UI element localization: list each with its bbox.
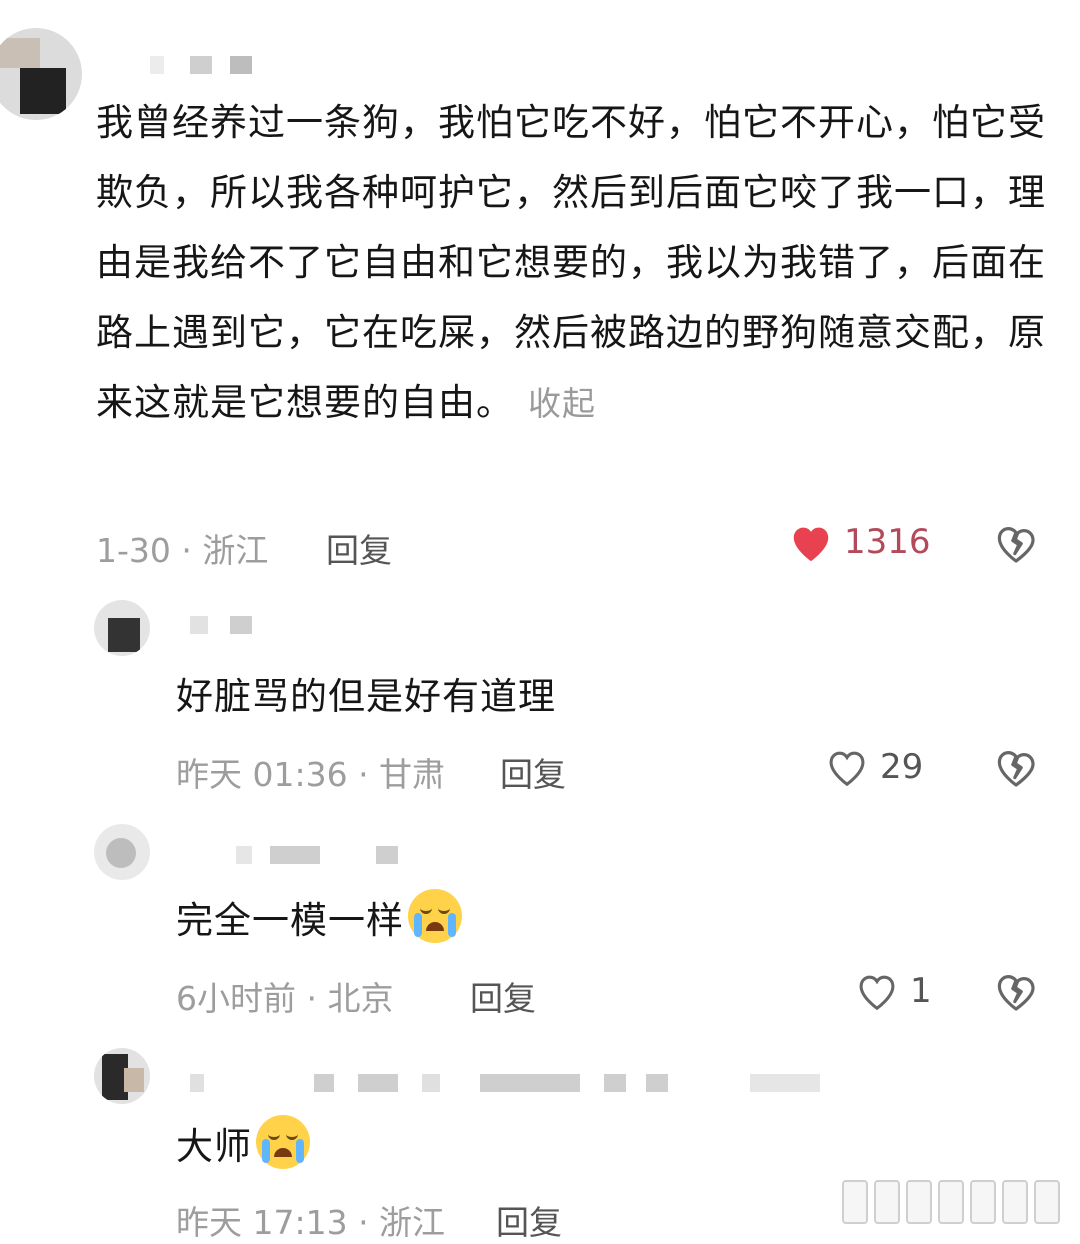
reply-button[interactable]: 回复 xyxy=(326,524,392,572)
comment-meta: 昨天 17:13 · 浙江 xyxy=(176,1203,446,1242)
broken-heart-icon[interactable] xyxy=(992,744,1040,790)
avatar[interactable] xyxy=(94,600,150,656)
broken-heart-icon[interactable] xyxy=(992,968,1040,1014)
comment-text: 我曾经养过一条狗，我怕它吃不好，怕它不开心，怕它受欺负，所以我各种呵护它，然后到… xyxy=(96,88,1046,439)
comment-meta: 6小时前 · 北京 xyxy=(176,979,394,1018)
crying-laugh-emoji-icon xyxy=(408,889,462,943)
like-button[interactable]: 1316 xyxy=(788,520,931,564)
comment-meta: 昨天 01:36 · 甘肃 xyxy=(176,755,446,794)
comment-text: 大师 xyxy=(176,1112,1036,1182)
like-count: 29 xyxy=(880,747,924,787)
username-mosaic[interactable] xyxy=(236,846,406,866)
watermark-logo xyxy=(842,1180,1060,1224)
reply-button[interactable]: 回复 xyxy=(496,1196,562,1244)
comment-body: 完全一模一样 xyxy=(176,899,404,942)
comment-body: 大师 xyxy=(176,1125,252,1168)
comment-body: 我曾经养过一条狗，我怕它吃不好，怕它不开心，怕它受欺负，所以我各种呵护它，然后到… xyxy=(96,101,1046,424)
collapse-link[interactable]: 收起 xyxy=(528,384,596,423)
avatar[interactable] xyxy=(0,28,82,120)
avatar[interactable] xyxy=(94,1048,150,1104)
reply-button[interactable]: 回复 xyxy=(500,748,566,796)
comment-body: 好脏骂的但是好有道理 xyxy=(176,675,556,718)
comment-text: 好脏骂的但是好有道理 xyxy=(176,662,1036,732)
like-button[interactable]: 1 xyxy=(854,969,932,1013)
like-button[interactable]: 29 xyxy=(824,745,923,789)
username-mosaic[interactable] xyxy=(150,56,260,76)
reply-button[interactable]: 回复 xyxy=(470,972,536,1020)
broken-heart-icon[interactable] xyxy=(992,520,1040,566)
comment-text: 完全一模一样 xyxy=(176,886,1036,956)
avatar[interactable] xyxy=(94,824,150,880)
crying-emoji-icon xyxy=(256,1115,310,1169)
like-count: 1316 xyxy=(844,522,931,562)
heart-filled-icon xyxy=(793,527,829,562)
like-count: 1 xyxy=(910,971,932,1011)
username-mosaic[interactable] xyxy=(190,616,350,636)
heart-outline-icon xyxy=(829,751,865,787)
comment-meta: 1-30 · 浙江 xyxy=(96,531,269,570)
username-mosaic[interactable] xyxy=(190,1074,830,1094)
heart-outline-icon xyxy=(859,975,895,1011)
